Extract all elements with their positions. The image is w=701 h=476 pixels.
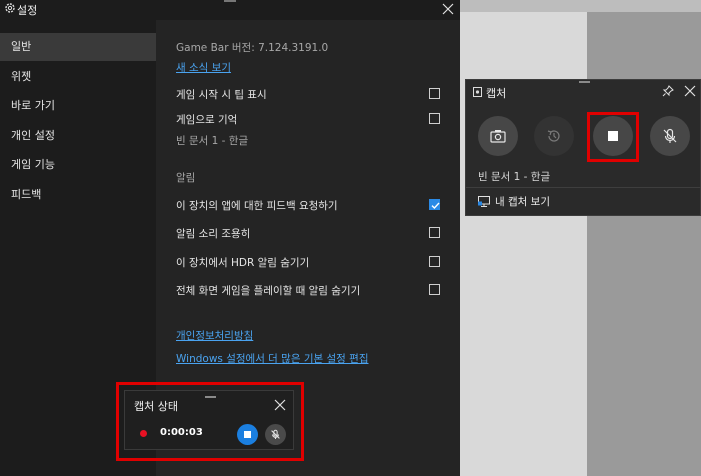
capture-icon — [473, 87, 482, 97]
recording-indicator-icon — [140, 430, 147, 437]
remember-game-app: 빈 문서 1 - 한글 — [176, 135, 249, 147]
feedback-request-label: 이 장치의 앱에 대한 피드백 요청하기 — [176, 200, 338, 212]
microphone-button[interactable] — [265, 424, 286, 445]
stop-recording-button[interactable] — [237, 424, 258, 445]
capture-target-app: 빈 문서 1 - 한글 — [478, 171, 551, 183]
whats-new-link[interactable]: 새 소식 보기 — [176, 60, 231, 75]
settings-title: 설정 — [17, 4, 38, 17]
close-icon[interactable] — [274, 399, 286, 411]
stop-icon — [608, 131, 618, 141]
stop-icon — [244, 431, 251, 438]
stop-recording-button[interactable] — [593, 116, 633, 156]
microphone-muted-icon — [271, 429, 280, 440]
microphone-muted-icon — [663, 128, 677, 143]
settings-titlebar: 설정 — [0, 0, 460, 20]
mute-notifications-label: 알림 소리 조용히 — [176, 228, 251, 240]
checkmark-icon — [431, 202, 440, 210]
privacy-policy-link[interactable]: 개인정보처리방침 — [176, 328, 253, 343]
sidebar-item-widgets[interactable]: 위젯 — [0, 63, 156, 91]
sidebar-item-feedback[interactable]: 피드백 — [0, 181, 156, 209]
close-icon[interactable] — [440, 1, 456, 17]
sidebar-item-gaming-features[interactable]: 게임 기능 — [0, 151, 156, 179]
capture-header: 캡처 — [466, 80, 701, 104]
feedback-request-checkbox[interactable] — [429, 199, 440, 210]
remember-game-checkbox[interactable] — [429, 113, 440, 124]
remember-game-label: 게임으로 기억 — [176, 114, 238, 126]
capture-widget: 캡처 빈 문서 1 - 한글 내 캡처 보기 — [465, 79, 701, 216]
hide-hdr-label: 이 장치에서 HDR 알림 숨기기 — [176, 257, 310, 269]
record-last-button[interactable] — [534, 116, 574, 156]
camera-icon — [490, 130, 506, 143]
hide-fullscreen-checkbox[interactable] — [429, 284, 440, 295]
sidebar-item-personalization[interactable]: 개인 설정 — [0, 122, 156, 150]
microphone-button[interactable] — [650, 116, 690, 156]
tips-checkbox[interactable] — [429, 88, 440, 99]
windows-settings-link[interactable]: Windows 설정에서 더 많은 기본 설정 편집 — [176, 351, 368, 366]
recording-timer: 0:00:03 — [160, 427, 203, 438]
hide-hdr-checkbox[interactable] — [429, 256, 440, 267]
mute-notifications-checkbox[interactable] — [429, 227, 440, 238]
sidebar-item-general[interactable]: 일반 — [0, 33, 156, 61]
notifications-header: 알림 — [176, 172, 196, 184]
desktop-strip — [460, 0, 701, 12]
version-text: Game Bar 버전: 7.124.3191.0 — [176, 42, 329, 54]
drag-handle[interactable] — [205, 396, 216, 398]
hide-fullscreen-label: 전체 화면 게임을 플레이할 때 알림 숨기기 — [176, 285, 361, 297]
gear-icon — [5, 3, 15, 13]
screenshot-button[interactable] — [478, 116, 518, 156]
gallery-icon — [478, 196, 490, 207]
sidebar-item-shortcuts[interactable]: 바로 가기 — [0, 92, 156, 120]
show-captures-button[interactable]: 내 캡처 보기 — [466, 188, 701, 215]
capture-title: 캡처 — [486, 87, 507, 100]
history-icon — [547, 130, 560, 142]
drag-handle[interactable] — [224, 0, 236, 2]
capture-status-title: 캡처 상태 — [134, 400, 178, 413]
tips-label: 게임 시작 시 팁 표시 — [176, 89, 267, 101]
drag-handle[interactable] — [579, 81, 590, 83]
close-icon[interactable] — [684, 85, 696, 97]
capture-status-widget: 캡처 상태 0:00:03 — [124, 390, 294, 450]
pin-icon[interactable] — [662, 85, 674, 97]
show-captures-label: 내 캡처 보기 — [495, 196, 550, 208]
